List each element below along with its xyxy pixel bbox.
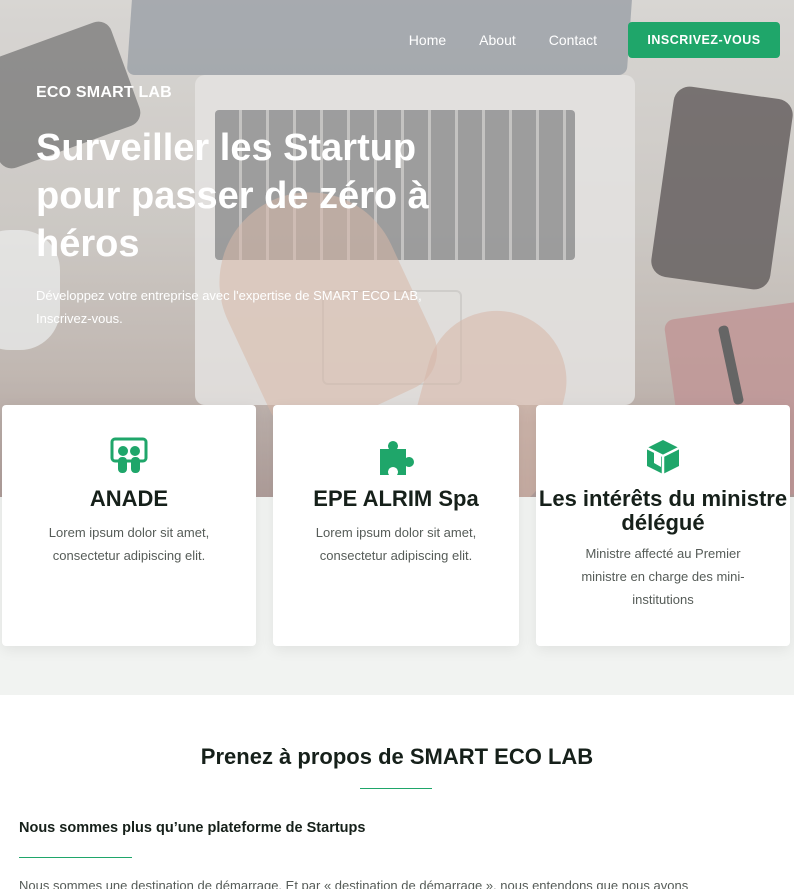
card-ministre-delegue: Les intérêts du ministre délégué Ministr…: [536, 405, 790, 646]
title-underline: [360, 788, 432, 789]
card-text: Lorem ipsum dolor sit amet, consectetur …: [48, 525, 210, 563]
card-text: Ministre affecté au Premier ministre en …: [581, 546, 745, 607]
puzzle-icon: [380, 441, 414, 475]
card-anade: ANADE Lorem ipsum dolor sit amet, consec…: [2, 405, 256, 646]
card-text: Lorem ipsum dolor sit amet, consectetur …: [315, 525, 477, 563]
subheading-underline: [19, 857, 132, 858]
cube-icon: [646, 440, 680, 474]
about-paragraph: Nous sommes une destination de démarrage…: [19, 878, 689, 889]
hero-title: Surveiller les Startup pour passer de zé…: [36, 127, 429, 265]
main-nav: Home About Contact INSCRIVEZ-VOUS: [409, 22, 780, 58]
nav-link-contact[interactable]: Contact: [549, 32, 597, 48]
card-epe-alrim: EPE ALRIM Spa Lorem ipsum dolor sit amet…: [273, 405, 519, 646]
hero-subtitle: Développez votre entreprise avec l'exper…: [36, 288, 422, 326]
signup-button[interactable]: INSCRIVEZ-VOUS: [628, 22, 780, 58]
card-title: Les intérêts du ministre délégué: [538, 486, 788, 535]
about-subheading: Nous sommes plus qu’une plateforme de St…: [19, 820, 366, 836]
card-title: EPE ALRIM Spa: [313, 486, 479, 511]
nav-link-about[interactable]: About: [479, 32, 516, 48]
brand-name: ECO SMART LAB: [36, 84, 172, 101]
slideshare-icon: [110, 437, 148, 473]
card-title: ANADE: [89, 486, 169, 511]
about-title: Prenez à propos de SMART ECO LAB: [200, 744, 594, 769]
nav-link-home[interactable]: Home: [409, 32, 446, 48]
